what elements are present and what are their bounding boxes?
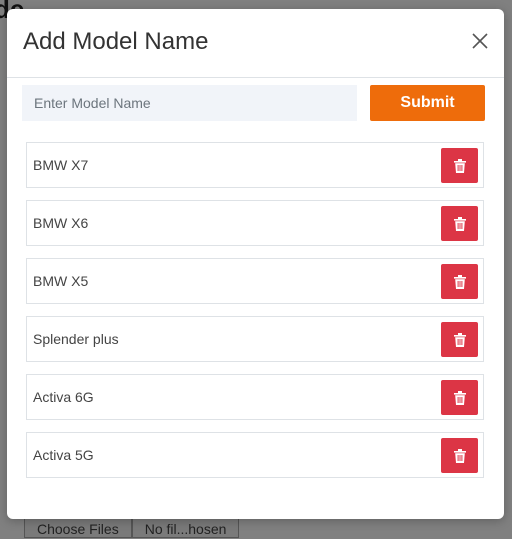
delete-button[interactable]	[441, 148, 478, 183]
modal-title: Add Model Name	[23, 28, 209, 55]
close-button[interactable]	[470, 31, 490, 51]
trash-icon	[453, 332, 466, 347]
file-status-text: No fil...hosen	[131, 518, 240, 538]
delete-button[interactable]	[441, 380, 478, 415]
list-item: BMW X5	[26, 258, 484, 304]
choose-files-button: Choose Files	[24, 518, 132, 538]
close-icon	[472, 33, 488, 49]
model-list: BMW X7 BMW X6 BMW X5 Splender plus Activ…	[26, 142, 484, 490]
model-name: Activa 6G	[33, 389, 94, 405]
model-name: BMW X5	[33, 273, 89, 289]
model-name: BMW X7	[33, 157, 89, 173]
list-item: BMW X6	[26, 200, 484, 246]
delete-button[interactable]	[441, 206, 478, 241]
delete-button[interactable]	[441, 438, 478, 473]
submit-button[interactable]: Submit	[370, 85, 485, 121]
add-model-form: Submit	[22, 85, 486, 121]
model-name: BMW X6	[33, 215, 89, 231]
model-name-input[interactable]	[22, 85, 357, 121]
trash-icon	[453, 216, 466, 231]
background-file-input: Choose Files No fil...hosen	[24, 518, 240, 538]
list-item: Activa 6G	[26, 374, 484, 420]
trash-icon	[453, 158, 466, 173]
model-name: Splender plus	[33, 331, 119, 347]
model-name: Activa 5G	[33, 447, 94, 463]
trash-icon	[453, 390, 466, 405]
trash-icon	[453, 274, 466, 289]
modal-header: Add Model Name	[7, 9, 504, 78]
add-model-modal: Add Model Name Submit BMW X7 BMW X6	[7, 9, 504, 519]
delete-button[interactable]	[441, 264, 478, 299]
list-item: Splender plus	[26, 316, 484, 362]
list-item: BMW X7	[26, 142, 484, 188]
list-item: Activa 5G	[26, 432, 484, 478]
delete-button[interactable]	[441, 322, 478, 357]
trash-icon	[453, 448, 466, 463]
